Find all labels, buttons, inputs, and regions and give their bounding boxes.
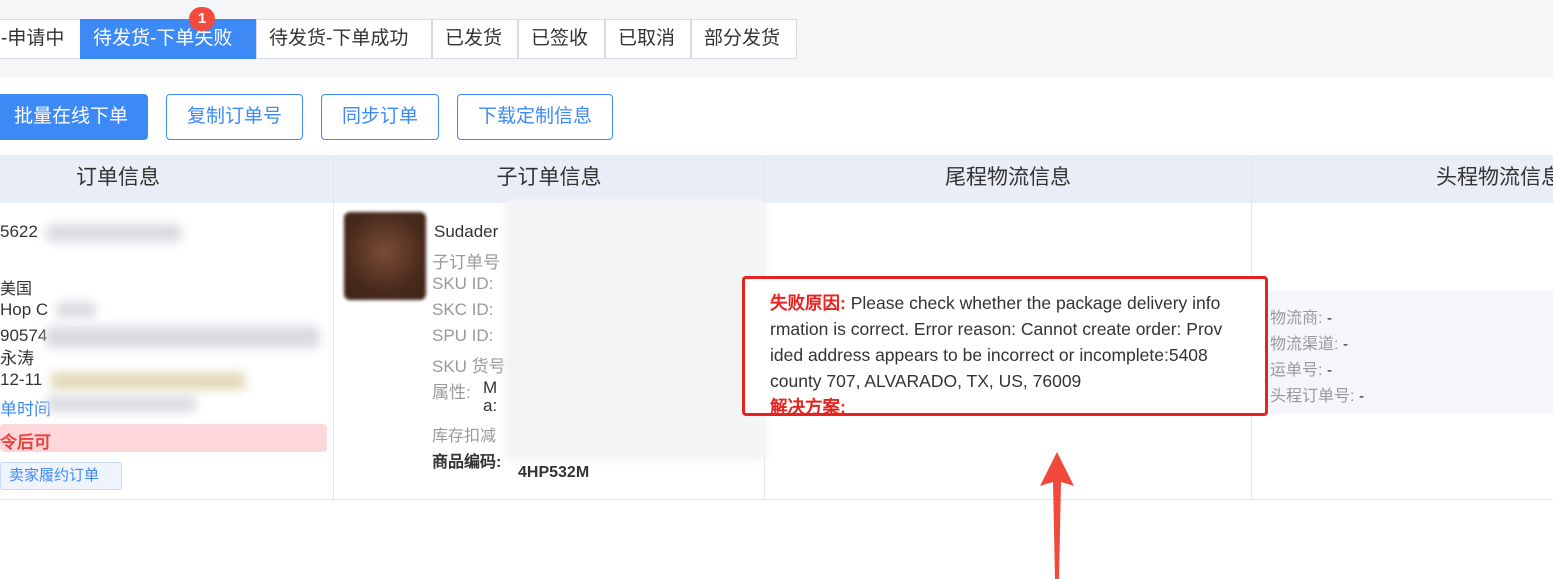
row-divider <box>0 499 1553 500</box>
order-date: 12-11 <box>0 370 43 389</box>
tab-pending-failed[interactable]: 待发货-下单失败 <box>80 19 256 59</box>
col-sub-order-info: 子订单信息 <box>496 166 602 189</box>
product-title[interactable]: Sudader <box>434 222 498 242</box>
redacted-text <box>56 302 96 318</box>
column-divider <box>333 155 334 500</box>
attribute-value: a: <box>483 396 498 415</box>
solution-label: 解决方案: <box>770 397 846 417</box>
col-order-info: 订单信息 <box>76 166 160 189</box>
failure-reason-label: 失败原因: <box>770 293 846 313</box>
redacted-text <box>46 224 182 242</box>
redacted-text <box>50 372 246 390</box>
failure-reason-line: rmation is correct. Error reason: Cannot… <box>770 319 1223 339</box>
first-order-value: - <box>1358 388 1365 405</box>
channel-label: 物流渠道: <box>1270 336 1339 353</box>
failure-reason-text: 失败原因: Please check whether the package d… <box>770 290 1247 316</box>
attribute-value: M <box>483 378 498 397</box>
tab-count-badge: 1 <box>189 7 215 31</box>
sku-id-label: SKU ID: <box>432 274 494 293</box>
tab-applying[interactable]: -申请中 <box>0 19 81 59</box>
channel-row: 物流渠道: - <box>1270 330 1348 354</box>
carrier-row: 物流商: - <box>1270 304 1332 328</box>
tab-signed[interactable]: 已签收 <box>518 19 605 59</box>
redacted-text <box>46 326 320 348</box>
batch-online-order-button[interactable]: 批量在线下单 <box>0 94 148 140</box>
failure-reason-line: county 707, ALVARADO, TX, US, 76009 <box>770 371 1082 391</box>
product-code-label: 商品编码: <box>432 454 502 471</box>
redacted-area <box>504 200 766 460</box>
download-custom-info-button[interactable]: 下载定制信息 <box>457 94 613 140</box>
product-code-value: 4HP532M <box>518 464 590 481</box>
warning-text: 令后可 <box>0 433 51 452</box>
order-country: 美国 <box>0 281 33 298</box>
order-number: 5622 <box>0 222 38 241</box>
redacted-text <box>46 396 196 412</box>
first-order-row: 头程订单号: - <box>1270 382 1364 406</box>
failure-reason-line: ided address appears to be incorrect or … <box>770 345 1208 365</box>
tab-cancelled[interactable]: 已取消 <box>605 19 691 59</box>
order-time-link[interactable]: 单时间 <box>0 395 51 420</box>
seller-fulfilled-tag: 卖家履约订单 <box>0 462 122 490</box>
skc-id-label: SKC ID: <box>432 300 494 319</box>
carrier-value: - <box>1326 310 1333 327</box>
tab-pending-success[interactable]: 待发货-下单成功 <box>256 19 432 59</box>
order-zip: 90574 <box>0 326 48 345</box>
sub-order-no-label: 子订单号 <box>432 253 500 272</box>
carrier-label: 物流商: <box>1270 310 1323 327</box>
order-address: Hop C <box>0 300 49 319</box>
channel-value: - <box>1342 336 1349 353</box>
copy-order-number-button[interactable]: 复制订单号 <box>166 94 303 140</box>
tab-partial-shipped[interactable]: 部分发货 <box>691 19 797 59</box>
order-receiver: 永涛 <box>0 349 34 368</box>
tracking-row: 运单号: - <box>1270 356 1332 380</box>
first-order-label: 头程订单号: <box>1270 388 1355 405</box>
tab-shipped[interactable]: 已发货 <box>432 19 518 59</box>
sku-code-label: SKU 货号 <box>432 357 506 376</box>
col-first-mile-logistics: 头程物流信息 <box>1436 166 1553 189</box>
failure-reason-line: Please check whether the package deliver… <box>850 293 1221 313</box>
stock-deduct-label: 库存扣减 <box>432 428 497 445</box>
order-failure-reason-box: 失败原因: Please check whether the package d… <box>742 276 1268 417</box>
attribute-label: 属性: <box>432 383 471 402</box>
tracking-value: - <box>1326 362 1333 379</box>
table-header: 订单信息 子订单信息 尾程物流信息 头程物流信息 <box>0 155 1553 203</box>
annotation-arrow-icon <box>1040 452 1074 579</box>
col-last-mile-logistics: 尾程物流信息 <box>945 166 1071 189</box>
spu-id-label: SPU ID: <box>432 326 494 345</box>
tracking-label: 运单号: <box>1270 362 1323 379</box>
product-thumbnail <box>344 212 426 300</box>
sync-order-button[interactable]: 同步订单 <box>321 94 439 140</box>
